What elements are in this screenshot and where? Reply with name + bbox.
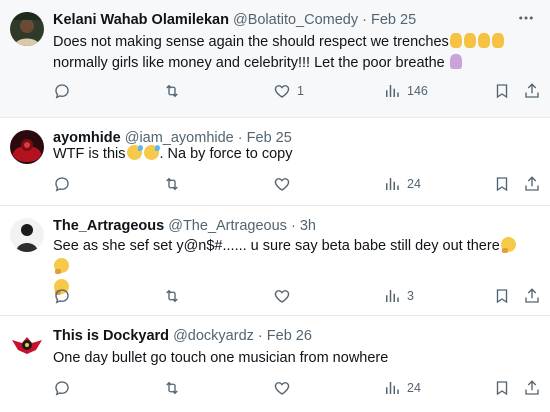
tweet-text-line: One day bullet go touch one musician fro… — [53, 350, 389, 366]
retweet-button[interactable] — [163, 378, 187, 398]
like-icon — [274, 382, 290, 395]
pray-emoji — [477, 33, 490, 48]
tweet-actions: 24 — [53, 378, 543, 398]
tweet[interactable]: This is Dockyard @dockyardz · Feb 26 One… — [0, 316, 550, 412]
tweet-actions: 1 146 — [53, 81, 543, 101]
tweet-actions: 3 — [53, 286, 543, 306]
views-button[interactable]: 24 — [383, 378, 421, 398]
view-count: 24 — [407, 381, 421, 395]
timestamp[interactable]: Feb 26 — [267, 328, 312, 344]
display-name[interactable]: The_Artrageous — [53, 218, 164, 234]
retweet-icon — [166, 289, 178, 303]
share-icon — [525, 380, 539, 395]
like-count: 1 — [297, 84, 304, 98]
retweet-icon — [166, 84, 178, 98]
bookmark-icon — [496, 381, 508, 396]
reply-icon — [55, 381, 69, 396]
separator-dot: · — [290, 218, 296, 234]
sweat-smile-emoji — [126, 145, 143, 160]
views-button[interactable]: 146 — [383, 81, 428, 101]
views-icon — [386, 382, 399, 394]
sweat-smile-emoji — [143, 145, 160, 160]
tweet-text: Does not making sense again the should r… — [53, 32, 533, 74]
tweet-text: WTF is this . Na by force to copy — [53, 144, 533, 165]
bookmark-icon — [496, 177, 508, 192]
view-count: 3 — [407, 289, 414, 303]
reply-icon — [55, 84, 69, 99]
thinking-emoji — [54, 258, 69, 274]
more-horizontal-icon[interactable] — [516, 8, 536, 28]
bookmark-icon — [496, 289, 508, 304]
views-icon — [386, 85, 399, 97]
retweet-button[interactable] — [163, 174, 187, 194]
view-count: 24 — [407, 177, 421, 191]
retweet-button[interactable] — [163, 286, 187, 306]
separator-dot: · — [257, 328, 263, 344]
share-button[interactable] — [523, 81, 541, 101]
share-icon — [525, 176, 539, 191]
user-handle[interactable]: @Bolatito_Comedy — [233, 12, 358, 28]
like-button[interactable] — [273, 286, 297, 306]
reply-button[interactable] — [53, 174, 77, 194]
display-name[interactable]: Kelani Wahab Olamilekan — [53, 12, 229, 28]
share-icon — [525, 83, 539, 98]
bookmark-button[interactable] — [493, 81, 511, 101]
views-button[interactable]: 3 — [383, 286, 414, 306]
like-icon — [274, 178, 290, 191]
like-button[interactable]: 1 — [273, 81, 304, 101]
reply-icon — [55, 177, 69, 192]
pray-emoji — [491, 33, 504, 48]
avatar[interactable] — [10, 218, 44, 252]
view-count: 146 — [407, 84, 428, 98]
bookmark-icon — [496, 84, 508, 99]
timestamp[interactable]: Feb 25 — [371, 12, 416, 28]
bookmark-button[interactable] — [493, 286, 511, 306]
tweet-header: Kelani Wahab Olamilekan @Bolatito_Comedy… — [53, 10, 416, 30]
share-button[interactable] — [523, 174, 541, 194]
reply-button[interactable] — [53, 286, 77, 306]
tweet-actions: 24 — [53, 174, 543, 194]
views-icon — [386, 178, 399, 190]
tweet[interactable]: Kelani Wahab Olamilekan @Bolatito_Comedy… — [0, 0, 550, 118]
like-button[interactable] — [273, 378, 297, 398]
retweet-icon — [166, 177, 178, 191]
avatar[interactable] — [10, 12, 44, 46]
share-button[interactable] — [523, 378, 541, 398]
share-icon — [525, 288, 539, 303]
timestamp[interactable]: 3h — [300, 218, 316, 234]
avatar[interactable] — [10, 130, 44, 164]
retweet-button[interactable] — [163, 81, 187, 101]
woman-emoji — [449, 54, 462, 69]
share-button[interactable] — [523, 286, 541, 306]
reply-button[interactable] — [53, 81, 77, 101]
reply-button[interactable] — [53, 378, 77, 398]
tweet-text-part: . Na by force to copy — [159, 146, 293, 162]
user-handle[interactable]: @The_Artrageous — [168, 218, 287, 234]
like-icon — [274, 290, 290, 303]
like-button[interactable] — [273, 174, 297, 194]
like-icon — [274, 85, 290, 98]
tweet-header: The_Artrageous @The_Artrageous · 3h — [53, 216, 316, 236]
bookmark-button[interactable] — [493, 174, 511, 194]
tweet-text-line: Does not making sense again the should r… — [53, 34, 449, 50]
separator-dot: · — [362, 12, 367, 28]
tweet-text-part: WTF is this — [53, 146, 126, 162]
views-button[interactable]: 24 — [383, 174, 421, 194]
retweet-icon — [166, 381, 178, 395]
pray-emoji — [463, 33, 476, 48]
avatar[interactable] — [10, 328, 44, 362]
pray-emoji — [449, 33, 462, 48]
tweet-text-line: normally girls like money and celebrity!… — [53, 55, 445, 71]
tweet[interactable]: ayomhide @iam_ayomhide · Feb 25 WTF is t… — [0, 118, 550, 206]
tweet-header: This is Dockyard @dockyardz · Feb 26 — [53, 326, 312, 346]
user-handle[interactable]: @dockyardz — [173, 328, 254, 344]
tweet[interactable]: The_Artrageous @The_Artrageous · 3h See … — [0, 206, 550, 316]
tweet-text-line: See as she sef set y@n$#...... u sure sa… — [53, 238, 500, 254]
reply-icon — [55, 289, 69, 304]
display-name[interactable]: This is Dockyard — [53, 328, 169, 344]
tweet-text: One day bullet go touch one musician fro… — [53, 348, 533, 369]
bookmark-button[interactable] — [493, 378, 511, 398]
views-icon — [386, 290, 399, 302]
thinking-emoji — [500, 237, 516, 253]
